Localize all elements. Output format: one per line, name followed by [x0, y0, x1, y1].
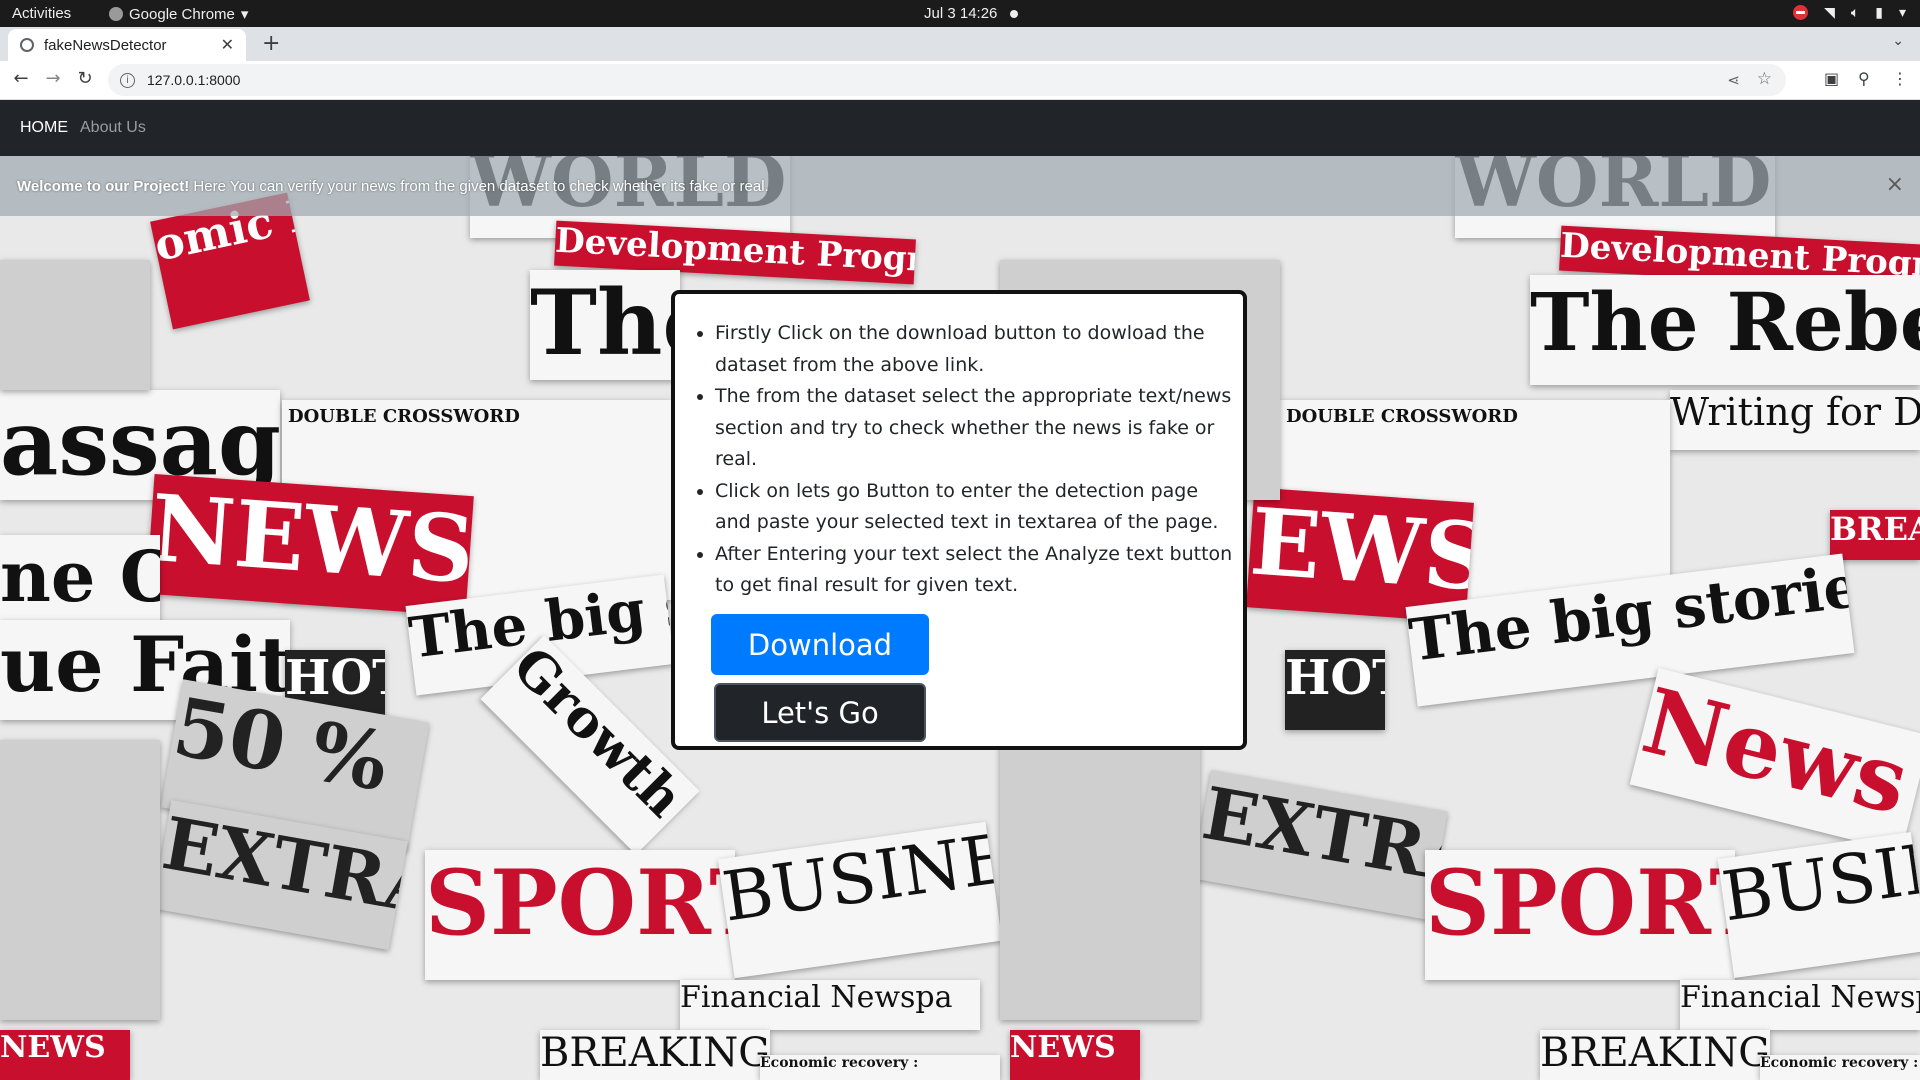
close-tab-icon[interactable]: ✕	[221, 35, 234, 55]
site-navbar: HOME About Us	[0, 100, 1920, 156]
bg-clipping: The Rebel	[1530, 275, 1920, 385]
bg-clipping: Economic recovery :	[760, 1055, 1000, 1080]
list-item: The from the dataset select the appropri…	[715, 381, 1233, 476]
tab-strip: fakeNewsDetector ✕ + ⌄	[0, 27, 1920, 61]
alert-message: Welcome to our Project! Here You can ver…	[17, 178, 769, 195]
alert-bold-text: Welcome to our Project!	[17, 177, 190, 195]
clock[interactable]: Jul 3 14:26	[924, 5, 997, 22]
bg-clipping: NEWS	[146, 473, 474, 617]
close-icon[interactable]: ×	[1886, 172, 1904, 197]
bg-clipping: News	[1629, 667, 1920, 853]
tab-search-icon[interactable]: ⌄	[1892, 33, 1904, 49]
do-not-disturb-icon	[1793, 5, 1809, 20]
tab-title: fakeNewsDetector	[44, 36, 167, 54]
url-text[interactable]: 127.0.0.1:8000	[147, 72, 240, 88]
browser-toolbar: ← → ↻ i 127.0.0.1:8000 ⋖ ☆ ▣ ⚲ ⋮	[0, 61, 1920, 100]
volume-icon: 🔈︎	[1850, 4, 1860, 20]
list-item: Click on lets go Button to enter the det…	[715, 476, 1233, 539]
share-icon[interactable]: ⋖	[1727, 71, 1740, 89]
system-tray[interactable]: ◥ 🔈︎ ▮ ▾	[1793, 4, 1906, 21]
bg-clipping: HOT	[1285, 650, 1385, 730]
bg-clipping: BUSINES	[717, 821, 1003, 979]
list-item: Firstly Click on the download button to …	[715, 318, 1233, 381]
battery-icon: ▮	[1875, 4, 1883, 20]
bg-clipping: Writing for Der	[1670, 390, 1920, 450]
bg-clipping: BREAKING	[1540, 1030, 1770, 1080]
globe-icon	[20, 38, 34, 52]
alert-text: Here You can verify your news from the g…	[189, 177, 769, 195]
app-menu-label: Google Chrome	[129, 5, 235, 23]
bg-clipping	[1000, 740, 1200, 1020]
list-item: After Entering your text select the Anal…	[715, 539, 1233, 602]
bg-clipping: NEWS	[1010, 1030, 1140, 1080]
lets-go-button[interactable]: Let's Go	[714, 683, 926, 742]
kebab-menu-icon[interactable]: ⋮	[1892, 69, 1908, 88]
bg-clipping: NEWS	[0, 1030, 130, 1080]
chrome-icon	[109, 7, 123, 21]
info-icon[interactable]: i	[120, 72, 135, 88]
bg-clipping	[0, 260, 150, 390]
bg-clipping	[0, 740, 160, 1020]
side-panel-icon[interactable]: ▣	[1824, 69, 1839, 88]
nav-about-link[interactable]: About Us	[80, 119, 146, 137]
chevron-down-icon: ▾	[240, 6, 249, 23]
new-tab-button[interactable]: +	[262, 31, 280, 56]
bg-clipping: BREA	[1830, 510, 1920, 560]
instructions-card: Firstly Click on the download button to …	[671, 290, 1247, 750]
back-arrow-icon[interactable]: ←	[10, 68, 32, 89]
chevron-down-icon: ▾	[1898, 4, 1906, 20]
forward-arrow-icon[interactable]: →	[42, 68, 64, 89]
bg-clipping: The	[530, 270, 680, 380]
activities-button[interactable]: Activities	[12, 5, 71, 22]
download-button[interactable]: Download	[711, 614, 929, 675]
reload-icon[interactable]: ↻	[74, 68, 96, 89]
app-menu[interactable]: Google Chrome ▾	[109, 5, 248, 23]
system-top-bar: Activities Google Chrome ▾ Jul 3 14:26 ◥…	[0, 0, 1920, 27]
notification-dot-icon	[1010, 10, 1018, 18]
wifi-icon: ◥	[1824, 4, 1835, 20]
bg-clipping: SPORTS	[425, 850, 735, 980]
welcome-alert: Welcome to our Project! Here You can ver…	[0, 156, 1920, 216]
bg-clipping: BUSIN	[1717, 832, 1920, 978]
bg-clipping: Economic recovery :	[1760, 1055, 1920, 1080]
bg-clipping: Financial Newspa	[1680, 980, 1920, 1030]
bg-clipping: BREAKING	[540, 1030, 770, 1080]
bg-clipping: SPORTS	[1425, 850, 1735, 980]
bg-clipping: Financial Newspa	[680, 980, 980, 1030]
bg-clipping: EXTRA	[1192, 769, 1448, 921]
nav-home-link[interactable]: HOME	[20, 119, 68, 137]
address-bar[interactable]: i 127.0.0.1:8000 ⋖ ☆	[108, 64, 1786, 96]
extension-icon[interactable]: ⚲	[1858, 69, 1870, 88]
browser-tab[interactable]: fakeNewsDetector ✕	[8, 29, 246, 61]
star-icon[interactable]: ☆	[1757, 69, 1772, 89]
instructions-list: Firstly Click on the download button to …	[675, 318, 1243, 602]
page-viewport: WORLD Development Programme The omic Rec…	[0, 100, 1920, 1080]
